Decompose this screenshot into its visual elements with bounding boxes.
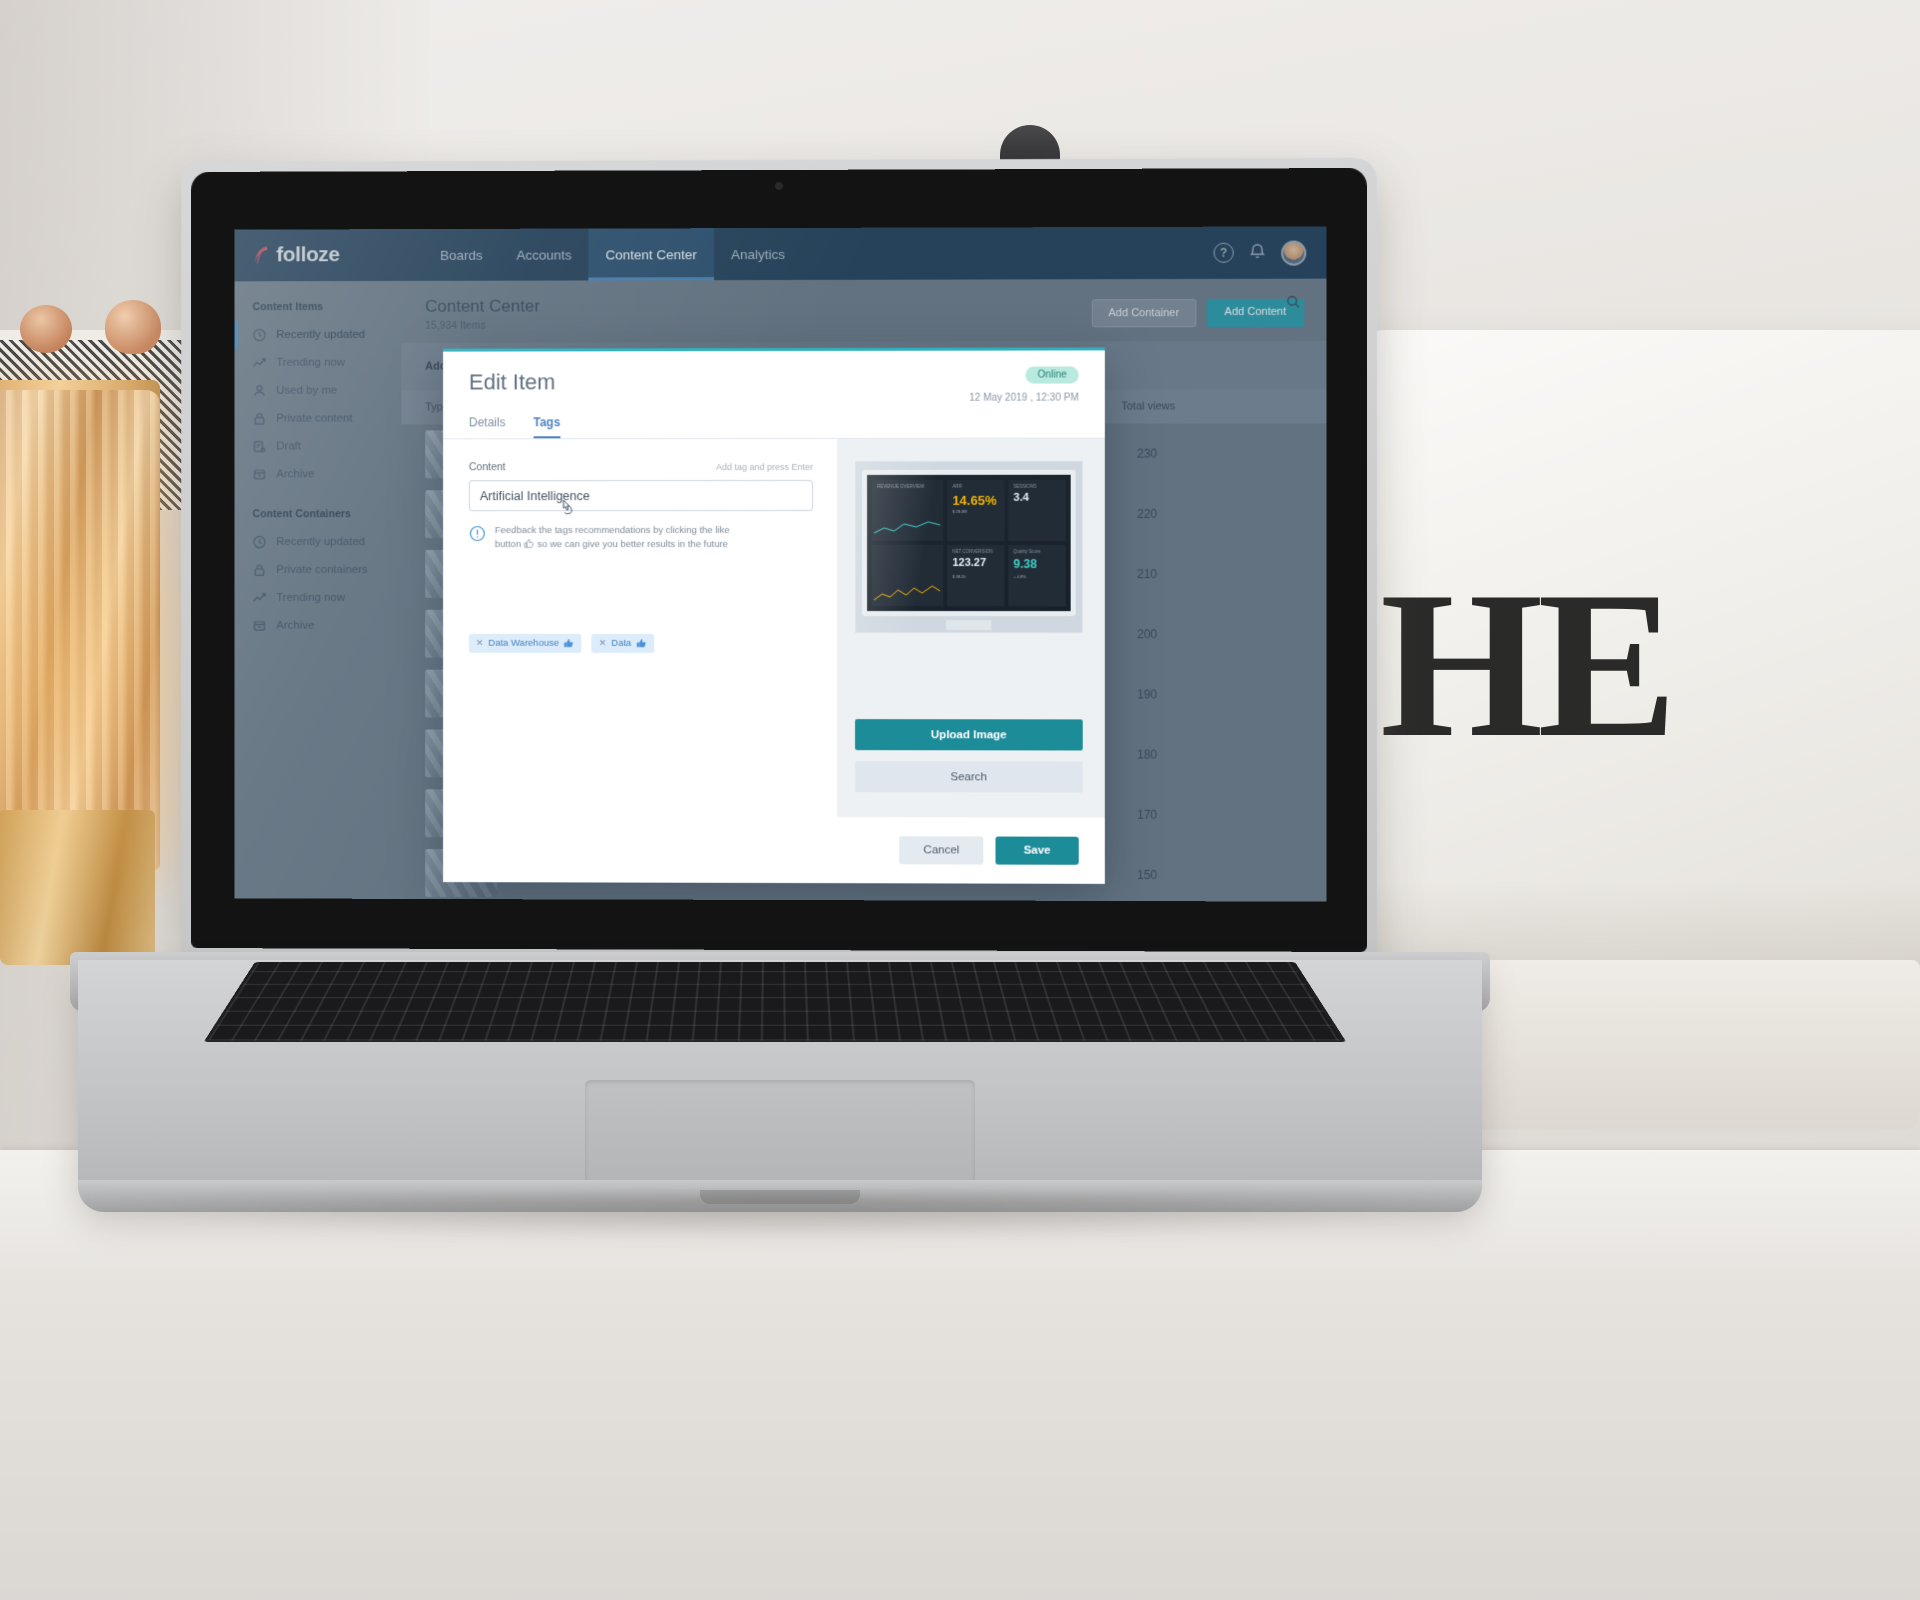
modal-body: Content Add tag and press Enter Artifici… [443,438,1105,830]
content-label: Content [468,461,506,474]
close-icon[interactable]: ✕ [599,637,607,648]
tag-chip-label: Data Warehouse [488,637,559,649]
upload-image-button[interactable]: Upload Image [855,719,1083,751]
screen-glare [855,460,980,634]
preview-cell-value: 3.4 [1013,491,1029,504]
status-badge: Online [1025,366,1079,384]
thumbs-up-icon [524,538,535,549]
preview-cell-sub: + 4.8% [1013,574,1027,580]
preview-cell-label: Quality Score [1013,548,1041,554]
preview-cell-value: 9.38 [1013,556,1037,572]
preview-cell: SESSIONS 3.4 [1008,479,1066,541]
feedback-text: Feedback the tags recommendations by cli… [495,524,730,552]
tab-details[interactable]: Details [469,415,505,438]
modal-timestamp: 12 May 2019 , 12:30 PM [969,392,1079,404]
cancel-button[interactable]: Cancel [899,836,984,865]
preview-cell-label: SESSIONS [1013,483,1037,489]
laptop-shadow [90,1195,1490,1241]
mouse-cursor-icon [558,497,575,517]
feedback-line-2-suffix: so we can give you better results in the… [537,538,728,550]
thumbs-up-icon[interactable] [564,637,575,648]
feedback-line-1: Feedback the tags recommendations by cli… [494,525,730,537]
tags-pane: Content Add tag and press Enter Artifici… [443,439,837,829]
webcam [775,181,783,191]
tag-input[interactable]: Artificial Intelligence [468,479,814,511]
tag-chip[interactable]: ✕ Data [591,633,655,653]
save-button[interactable]: Save [995,836,1079,865]
content-field-labels: Content Add tag and press Enter [469,461,813,473]
tab-tags[interactable]: Tags [533,415,560,438]
folloze-app: folloze Boards Accounts Content Center A… [234,226,1327,902]
image-preview: REVENUE OVERVIEW ARR 14.65% $ 28.3M SESS… [855,460,1083,634]
modal-title: Edit Item [468,369,556,395]
laptop: folloze Boards Accounts Content Center A… [0,0,1920,1600]
tag-chip-list: ✕ Data Warehouse ✕ Data [468,633,813,653]
tag-chip-label: Data [611,637,632,649]
laptop-screen: folloze Boards Accounts Content Center A… [234,226,1327,902]
search-image-button[interactable]: Search [855,761,1083,793]
modal-header: Edit Item Online 12 May 2019 , 12:30 PM [443,350,1105,404]
keyboard-keys[interactable] [207,962,1343,1041]
thumbs-up-icon[interactable] [636,637,647,648]
tag-chip[interactable]: ✕ Data Warehouse [468,633,582,653]
add-tag-hint: Add tag and press Enter [715,461,814,473]
close-icon[interactable]: ✕ [476,637,484,648]
edit-item-modal: Edit Item Online 12 May 2019 , 12:30 PM … [443,347,1105,884]
feedback-notice: Feedback the tags recommendations by cli… [469,524,813,552]
modal-footer: Cancel Save [443,816,1105,884]
image-pane: REVENUE OVERVIEW ARR 14.65% $ 28.3M SESS… [837,438,1105,830]
feedback-line-2-prefix: button [494,538,522,550]
info-circle-icon [469,525,486,542]
preview-cell: Quality Score 9.38 + 4.8% [1008,544,1066,607]
